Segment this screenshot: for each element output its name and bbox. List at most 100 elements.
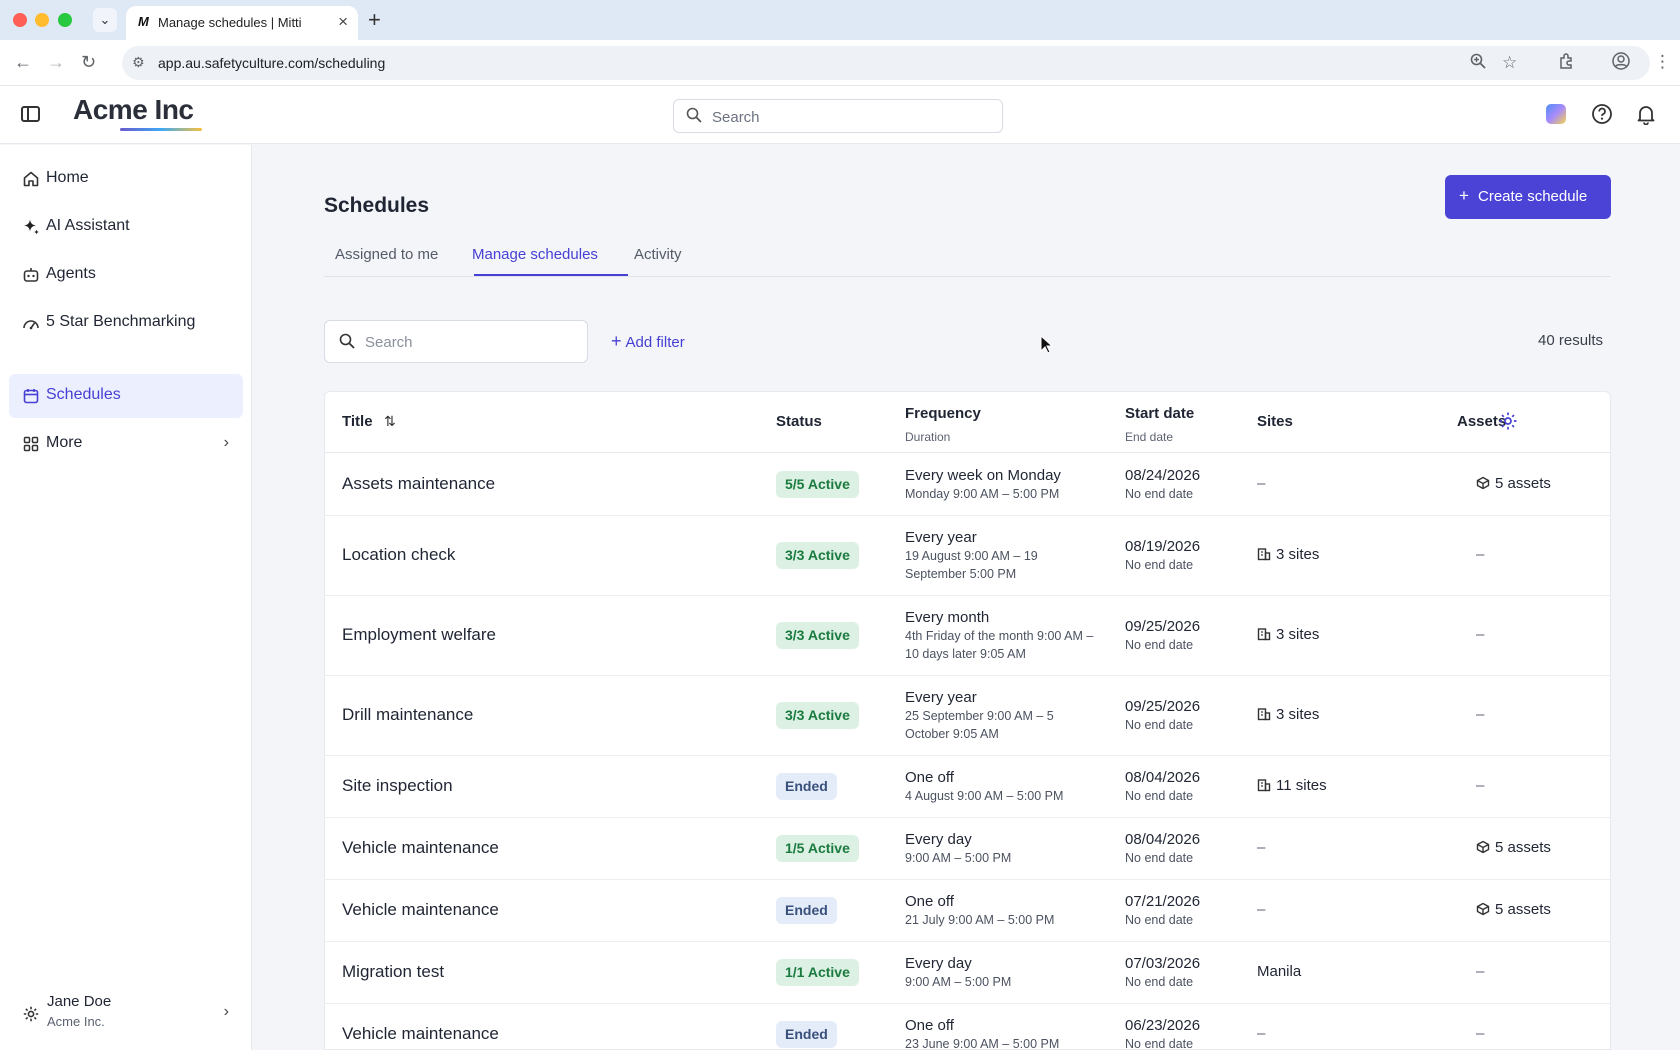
column-settings-gear-icon[interactable] [1498, 411, 1518, 436]
tab-search-chevron-icon[interactable]: ⌄ [93, 8, 117, 32]
sidebar-item-home[interactable]: Home [9, 157, 243, 201]
sites-cell: 3 sites [1257, 706, 1319, 723]
url-text: app.au.safetyculture.com/scheduling [158, 55, 386, 71]
sidebar: Home AI Assistant Agents 5 Star Benchmar… [0, 145, 252, 1050]
zoom-icon[interactable] [1470, 53, 1486, 74]
browser-tab[interactable]: M Manage schedules | Mitti × [126, 6, 358, 40]
assets-value: 5 assets [1495, 901, 1551, 918]
frequency-text: One off [905, 769, 954, 786]
table-row[interactable]: Drill maintenance 3/3 Active Every year 25 … [325, 676, 1610, 756]
schedule-title[interactable]: Migration test [342, 962, 444, 982]
ai-sparkle-badge-icon[interactable] [1546, 104, 1566, 124]
table-row[interactable]: Vehicle maintenance Ended One off 23 June 9… [325, 1004, 1610, 1050]
new-tab-plus-icon[interactable]: + [368, 7, 381, 33]
kebab-menu-icon[interactable]: ⋮ [1654, 52, 1671, 72]
help-icon[interactable] [1591, 103, 1613, 130]
schedule-title[interactable]: Drill maintenance [342, 705, 473, 725]
schedule-title[interactable]: Vehicle maintenance [342, 1024, 499, 1044]
frequency-text: Every year [905, 689, 977, 706]
assets-cell: – [1476, 546, 1484, 563]
end-date: No end date [1125, 1037, 1194, 1050]
table-row[interactable]: Location check 3/3 Active Every year 19 Aug… [325, 516, 1610, 596]
assets-value: 5 assets [1495, 839, 1551, 856]
table-row[interactable]: Vehicle maintenance Ended One off 21 July 9… [325, 880, 1610, 942]
sidebar-item-more[interactable]: More › [9, 422, 243, 466]
frequency-text: Every month [905, 609, 990, 626]
sort-icon[interactable]: ⇅ [384, 413, 396, 430]
assets-value: – [1476, 1025, 1485, 1042]
window-minimize-button[interactable] [35, 13, 49, 27]
table-row[interactable]: Employment welfare 3/3 Active Every month 4… [325, 596, 1610, 676]
end-date: No end date [1125, 851, 1194, 865]
profile-icon[interactable] [1612, 52, 1630, 75]
sites-value: Manila [1257, 963, 1302, 980]
sidebar-item-agents[interactable]: Agents [9, 253, 243, 297]
asset-cube-icon [1476, 839, 1495, 856]
sidebar-item-5-star-benchmarking[interactable]: 5 Star Benchmarking [9, 301, 243, 345]
extensions-icon[interactable] [1558, 52, 1576, 75]
schedule-title[interactable]: Location check [342, 545, 455, 565]
frequency-cell: Every year 25 September 9:00 AM – 5 Octob… [905, 688, 1095, 743]
tab-assigned-to-me[interactable]: Assigned to me [335, 246, 438, 263]
sidebar-item-label: Agents [46, 265, 96, 282]
table-row[interactable]: Assets maintenance 5/5 Active Every week o… [325, 454, 1610, 516]
column-frequency: Frequency [905, 405, 981, 422]
frequency-text: Every day [905, 955, 972, 972]
sidebar-item-schedules[interactable]: Schedules [9, 374, 243, 418]
frequency-cell: Every day 9:00 AM – 5:00 PM [905, 830, 1095, 867]
tab-close-icon[interactable]: × [338, 12, 348, 32]
frequency-cell: One off 21 July 9:00 AM – 5:00 PM [905, 892, 1095, 929]
table-row[interactable]: Vehicle maintenance 1/5 Active Every day 9:… [325, 818, 1610, 880]
sidebar-toggle-icon[interactable] [21, 106, 40, 122]
duration-text: 21 July 9:00 AM – 5:00 PM [905, 913, 1055, 927]
calendar-icon [22, 387, 40, 405]
reload-icon[interactable]: ↻ [81, 52, 96, 73]
schedule-search-input[interactable]: Search [324, 320, 588, 363]
back-arrow-icon[interactable]: ← [14, 52, 32, 73]
sidebar-item-ai-assistant[interactable]: AI Assistant [9, 205, 243, 249]
chevron-right-icon: › [223, 434, 229, 451]
window-maximize-button[interactable] [58, 13, 72, 27]
schedule-title[interactable]: Vehicle maintenance [342, 900, 499, 920]
sidebar-item-label: AI Assistant [46, 217, 130, 234]
asset-cube-icon [1476, 901, 1495, 918]
table-row[interactable]: Migration test 1/1 Active Every day 9:00 AM… [325, 942, 1610, 1004]
column-title[interactable]: Title [342, 413, 373, 430]
site-settings-icon[interactable]: ⚙ [132, 54, 145, 71]
date-cell: 07/03/2026 No end date [1125, 954, 1200, 992]
end-date: No end date [1125, 718, 1194, 732]
forward-arrow-icon[interactable]: → [47, 52, 65, 73]
schedule-title[interactable]: Assets maintenance [342, 474, 495, 494]
assets-value: – [1476, 626, 1485, 643]
table-row[interactable]: Site inspection Ended One off 4 August 9:00… [325, 756, 1610, 818]
url-field[interactable]: ⚙ app.au.safetyculture.com/scheduling ☆ [122, 46, 1650, 80]
date-cell: 08/24/2026 No end date [1125, 466, 1200, 504]
duration-text: 4 August 9:00 AM – 5:00 PM [905, 789, 1064, 803]
end-date: No end date [1125, 487, 1194, 501]
active-tab-indicator [474, 274, 628, 276]
tab-activity[interactable]: Activity [634, 246, 682, 263]
sites-value: – [1257, 475, 1266, 492]
tab-manage-schedules[interactable]: Manage schedules [472, 246, 598, 263]
frequency-text: Every day [905, 831, 972, 848]
sites-cell: – [1257, 1025, 1265, 1042]
schedule-title[interactable]: Employment welfare [342, 625, 496, 645]
global-search-input[interactable]: Search [673, 99, 1003, 133]
frequency-text: Every year [905, 529, 977, 546]
schedule-title[interactable]: Site inspection [342, 776, 453, 796]
bookmark-star-icon[interactable]: ☆ [1502, 53, 1517, 73]
user-profile-menu[interactable]: Jane Doe Acme Inc. › [9, 985, 243, 1041]
building-icon [1257, 546, 1276, 563]
notification-bell-icon[interactable] [1635, 103, 1657, 130]
frequency-cell: Every month 4th Friday of the month 9:00 … [905, 608, 1095, 663]
window-close-button[interactable] [13, 13, 27, 27]
start-date: 08/19/2026 [1125, 538, 1201, 555]
create-schedule-button[interactable]: + Create schedule [1445, 175, 1611, 219]
sites-value: 11 sites [1276, 777, 1327, 794]
schedule-title[interactable]: Vehicle maintenance [342, 838, 499, 858]
add-filter-button[interactable]: + Add filter [611, 331, 685, 352]
date-cell: 09/25/2026 No end date [1125, 697, 1200, 735]
table-header: Title ⇅ Status Frequency Duration Start … [325, 392, 1610, 453]
start-date: 07/03/2026 [1125, 955, 1201, 972]
company-logo[interactable]: Acme Inc [73, 94, 194, 126]
